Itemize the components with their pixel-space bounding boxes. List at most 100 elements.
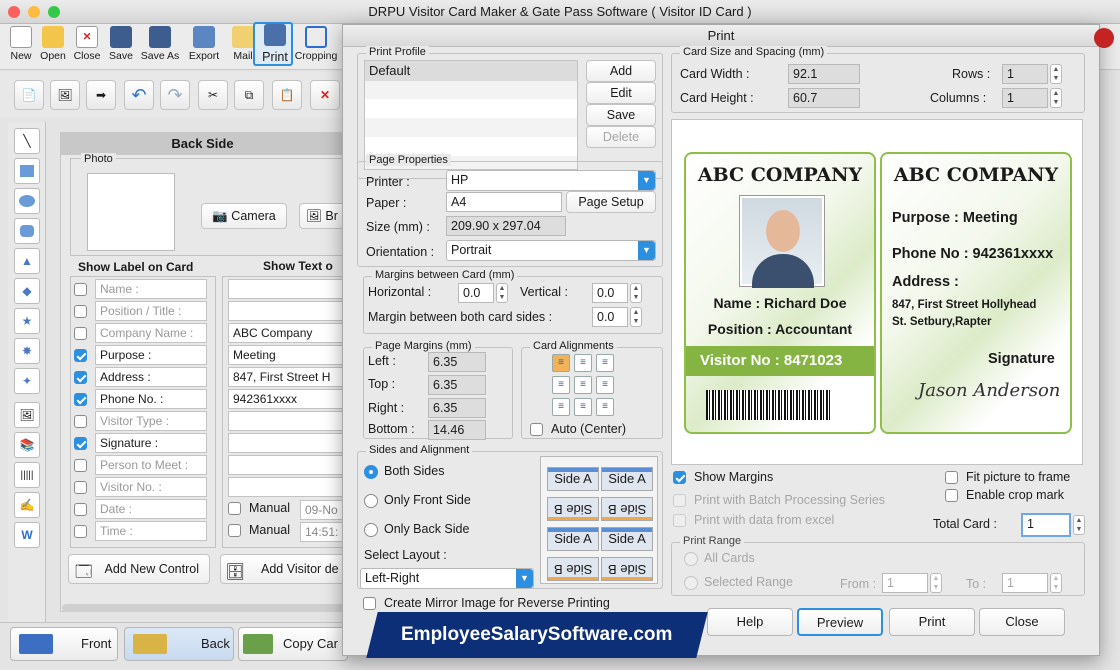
from-stepper[interactable]: ▲ ▼ [930,573,942,593]
show-label-checkbox[interactable] [74,458,87,472]
alignment-option-icon[interactable]: ≡ [574,398,592,416]
all-cards-radio[interactable]: All Cards [684,551,755,566]
selected-range-radio[interactable]: Selected Range [684,575,793,590]
label-field[interactable]: Person to Meet : [95,455,207,475]
excel-data-checkbox[interactable] [673,514,686,528]
copy-card-tab[interactable]: Copy Car [238,627,348,661]
exit-icon[interactable] [1094,28,1114,48]
alignment-option-icon[interactable]: ≡ [574,376,592,394]
dialog-print-button[interactable]: Print [889,608,975,636]
vertical-margin-field[interactable]: 0.0 [592,283,628,303]
card-height-field[interactable]: 60.7 [788,88,860,108]
manual-date-checkbox[interactable] [228,502,241,516]
undo-icon[interactable]: ↶ [124,80,154,110]
bottom-margin-field[interactable]: 14.46 [428,420,486,440]
profile-item-default[interactable]: Default [365,61,577,81]
total-card-field[interactable]: 1 [1021,513,1071,537]
export-button[interactable]: Export [186,26,222,62]
manual-date[interactable]: Manual [228,501,290,516]
mirror-image-checkbox[interactable] [363,597,376,611]
save-as-button[interactable]: Save As [140,26,180,62]
horizontal-margin-field[interactable]: 0.0 [458,283,494,303]
horizontal-scrollbar[interactable] [62,604,345,612]
batch-processing-checkbox[interactable] [673,494,686,508]
label-field[interactable]: Signature : [95,433,207,453]
show-label-checkbox[interactable] [74,524,87,538]
label-field[interactable]: Position / Title : [95,301,207,321]
batch-processing-option[interactable]: Print with Batch Processing Series [673,493,885,508]
cropping-button[interactable]: Cropping [294,26,338,62]
crop-mark-option[interactable]: Enable crop mark [945,488,1064,503]
layout-select[interactable]: Left-Right ▼ [360,568,534,589]
arrow-shape-tool-icon[interactable]: ✦ [14,368,40,394]
label-row[interactable]: Address : [74,367,212,387]
from-field[interactable]: 1 [882,573,928,593]
auto-center-checkbox[interactable] [530,423,543,437]
watermark-tool-icon[interactable]: W [14,522,40,548]
add-visitor-button[interactable]: 🗄 Add Visitor de [220,554,350,584]
rows-stepper[interactable]: ▲ ▼ [1050,64,1062,84]
redo-icon[interactable]: ↷ [160,80,190,110]
label-row[interactable]: Purpose : [74,345,212,365]
printer-select[interactable]: HP ▼ [446,170,656,191]
diamond-tool-icon[interactable]: ◆ [14,278,40,304]
triangle-tool-icon[interactable]: ▲ [14,248,40,274]
time-field[interactable]: 14:51: [300,522,346,542]
page-icon[interactable]: 📄 [14,80,44,110]
card-width-field[interactable]: 92.1 [788,64,860,84]
profile-delete-button[interactable]: Delete [586,126,656,148]
profile-add-button[interactable]: Add [586,60,656,82]
label-row[interactable]: Time : [74,521,212,541]
show-label-checkbox[interactable] [74,326,87,340]
label-value-field[interactable] [228,433,346,453]
label-value-field[interactable]: ABC Company [228,323,346,343]
left-margin-field[interactable]: 6.35 [428,352,486,372]
help-button[interactable]: Help [707,608,793,636]
show-label-checkbox[interactable] [74,370,87,384]
minimize-window-icon[interactable] [28,6,40,18]
horizontal-stepper[interactable]: ▲ ▼ [496,283,508,303]
dialog-close-button[interactable]: Close [979,608,1065,636]
picture-tool-icon[interactable]: 🖼 [14,402,40,428]
columns-stepper[interactable]: ▲ ▼ [1050,88,1062,108]
profile-edit-button[interactable]: Edit [586,82,656,104]
open-button[interactable]: Open [36,26,70,62]
alignment-option-icon[interactable]: ≡ [574,354,592,372]
label-value-field[interactable] [228,279,346,299]
orientation-select[interactable]: Portrait ▼ [446,240,656,261]
save-button[interactable]: Save [104,26,138,62]
new-button[interactable]: New [4,26,38,62]
show-label-checkbox[interactable] [74,304,87,318]
auto-center[interactable]: Auto (Center) [530,422,626,437]
manual-time-checkbox[interactable] [228,524,241,538]
image-icon[interactable]: 🖼 [50,80,80,110]
show-margins-checkbox[interactable] [673,471,686,485]
show-label-checkbox[interactable] [74,392,87,406]
show-label-checkbox[interactable] [74,480,87,494]
show-margins-option[interactable]: Show Margins [673,470,773,485]
library-tool-icon[interactable]: 📚 [14,432,40,458]
fit-picture-checkbox[interactable] [945,471,958,485]
to-stepper[interactable]: ▲ ▼ [1050,573,1062,593]
right-margin-field[interactable]: 6.35 [428,398,486,418]
show-label-checkbox[interactable] [74,282,87,296]
alignment-option-icon[interactable]: ≡ [552,354,570,372]
label-value-field[interactable] [228,301,346,321]
total-card-stepper[interactable]: ▲ ▼ [1073,515,1085,535]
profile-save-button[interactable]: Save [586,104,656,126]
top-margin-field[interactable]: 6.35 [428,375,486,395]
label-field[interactable]: Purpose : [95,345,207,365]
label-field[interactable]: Date : [95,499,207,519]
label-field[interactable]: Time : [95,521,207,541]
crop-mark-checkbox[interactable] [945,489,958,503]
columns-field[interactable]: 1 [1002,88,1048,108]
close-window-icon[interactable] [8,6,20,18]
label-row[interactable]: Visitor Type : [74,411,212,431]
label-value-field[interactable] [228,411,346,431]
both-sides-margin-field[interactable]: 0.0 [592,307,628,327]
burst-tool-icon[interactable]: ✸ [14,338,40,364]
date-field[interactable]: 09-No [300,500,346,520]
show-label-checkbox[interactable] [74,502,87,516]
copy-icon[interactable]: ⧉ [234,80,264,110]
fit-picture-option[interactable]: Fit picture to frame [945,470,1070,485]
